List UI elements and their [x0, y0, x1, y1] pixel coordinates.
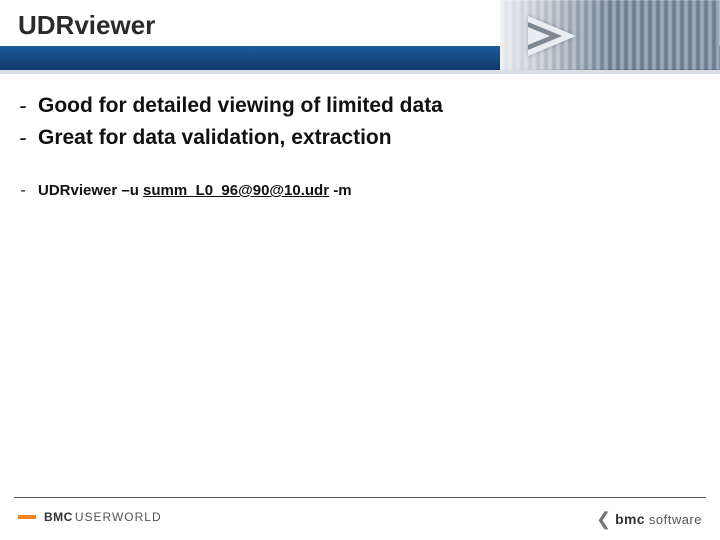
bullet-item-command: - UDRviewer –u summ_L0_96@90@10.udr -m: [18, 180, 690, 202]
bullet-dash-icon: -: [18, 180, 28, 202]
command-prefix: UDRviewer –u: [38, 182, 143, 199]
footer-left-logo: BMC USERWORLD: [18, 510, 162, 524]
footer-right-brand-rest: software: [649, 512, 702, 527]
slide: UDRviewer - Good for detailed viewing of…: [0, 0, 720, 540]
footer-left-brand-rest: USERWORLD: [75, 510, 162, 524]
footer-right-brand-strong: bmc: [615, 511, 645, 527]
slide-header: UDRviewer: [0, 0, 720, 72]
command-link[interactable]: summ_L0_96@90@10.udr: [143, 182, 329, 199]
bullet-text: Great for data validation, extraction: [38, 124, 392, 152]
command-suffix: -m: [329, 182, 352, 199]
bullet-dash-icon: -: [18, 92, 28, 120]
footer-right-logo: ❮ bmc software: [596, 510, 702, 528]
header-band-thin: [0, 70, 720, 74]
slide-body: - Good for detailed viewing of limited d…: [18, 92, 690, 206]
command-line: UDRviewer –u summ_L0_96@90@10.udr -m: [38, 180, 352, 202]
play-triangle-gap-icon: [528, 27, 550, 45]
chevron-left-icon: ❮: [596, 510, 611, 528]
header-hero-image: [500, 0, 720, 70]
bullet-dash-icon: -: [18, 124, 28, 152]
footer-left-brand-strong: BMC: [44, 510, 73, 524]
slide-title: UDRviewer: [18, 10, 155, 41]
bullet-item: - Great for data validation, extraction: [18, 124, 690, 152]
bullet-item: - Good for detailed viewing of limited d…: [18, 92, 690, 120]
bmc-orange-mark-icon: [18, 515, 36, 519]
footer-divider: [14, 497, 706, 498]
bullet-text: Good for detailed viewing of limited dat…: [38, 92, 443, 120]
